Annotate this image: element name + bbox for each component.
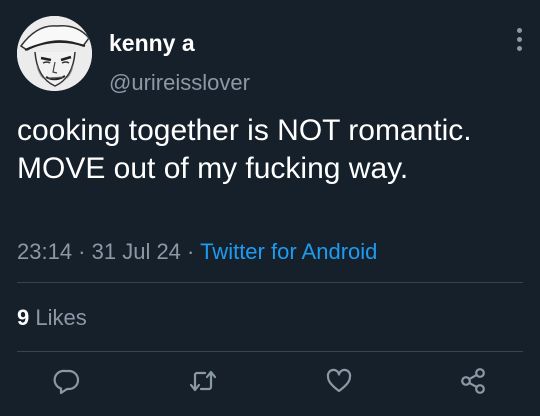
tweet-meta: 23:14 · 31 Jul 24 · Twitter for Android (17, 238, 377, 266)
more-vertical-icon[interactable] (509, 24, 529, 54)
more-dot (516, 27, 522, 33)
reply-button[interactable] (50, 364, 84, 398)
divider (17, 282, 523, 283)
likes-label: Likes (35, 305, 87, 330)
share-button[interactable] (456, 364, 490, 398)
meta-separator: · (72, 239, 92, 264)
user-handle[interactable]: @urireisslover (109, 69, 250, 97)
retweet-icon (189, 370, 217, 392)
tweet-time: 23:14 (17, 239, 73, 264)
retweet-button[interactable] (186, 364, 220, 398)
heart-icon (326, 368, 352, 393)
likes-stat[interactable]: 9 Likes (17, 304, 87, 332)
reply-icon (53, 369, 80, 395)
meta-separator: · (180, 239, 201, 264)
avatar-image (17, 16, 92, 91)
more-dot (516, 36, 522, 42)
more-dot (516, 45, 522, 51)
display-name[interactable]: kenny a (109, 29, 195, 57)
tweet-source-link[interactable]: Twitter for Android (200, 239, 377, 264)
tweet-date: 31 Jul 24 (91, 239, 181, 264)
like-button[interactable] (322, 364, 356, 398)
divider (17, 351, 523, 352)
share-icon (461, 368, 485, 394)
avatar[interactable] (17, 16, 92, 91)
likes-count: 9 (17, 305, 30, 330)
tweet-text: cooking together is NOT romantic. MOVE o… (17, 114, 472, 185)
